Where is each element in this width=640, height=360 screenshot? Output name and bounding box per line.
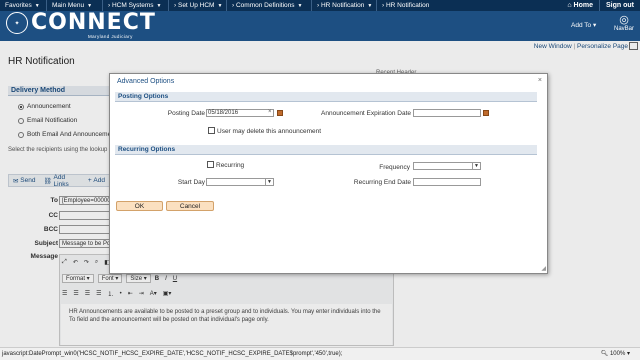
chevron-down-icon: ▼ (87, 2, 93, 9)
advanced-options-dialog: Advanced Options × Posting Options Posti… (109, 73, 548, 274)
start-day-label: Start Day (177, 179, 205, 186)
posting-options-header: Posting Options (115, 92, 537, 102)
expiration-date-input[interactable] (413, 109, 481, 117)
zoom-level[interactable]: 🔍︎ 100% ▾ (601, 348, 630, 360)
chevron-down-icon: ▾ (592, 22, 597, 29)
dialog-title: Advanced Options (117, 78, 175, 85)
chevron-down-icon: ▼ (297, 2, 303, 9)
recurring-end-date-input[interactable] (413, 178, 481, 186)
calendar-icon[interactable] (483, 110, 489, 116)
connect-logo: ✦ CONNECT (6, 12, 156, 34)
chevron-down-icon: ▼ (367, 2, 373, 9)
nav-set-up-hcm[interactable]: › Set Up HCM ▼ (169, 0, 227, 11)
chevron-down-icon: ▼ (156, 2, 162, 9)
posting-date-label: Posting Date (167, 110, 205, 117)
chevron-down-icon: ▼ (472, 163, 480, 169)
ok-button[interactable]: OK (116, 201, 163, 211)
chevron-down-icon: ▼ (34, 2, 40, 9)
recurring-label: Recurring (216, 162, 245, 169)
cancel-button[interactable]: Cancel (166, 201, 214, 211)
nav-hr-notification-current: › HR Notification (382, 2, 430, 9)
chevron-down-icon: ▼ (265, 179, 273, 185)
nav-common-definitions[interactable]: › Common Definitions ▼ (227, 0, 312, 11)
user-delete-label: User may delete this announcement (217, 128, 322, 135)
resize-handle-icon[interactable]: ◢ (541, 265, 546, 272)
close-icon[interactable]: × (538, 77, 542, 84)
magnifier-icon: 🔍︎ (600, 351, 610, 357)
frequency-select[interactable]: ▼ (413, 162, 481, 170)
frequency-label: Frequency (379, 164, 410, 171)
start-day-select[interactable]: ▼ (206, 178, 274, 186)
add-to-menu[interactable]: Add To ▾ (571, 21, 596, 29)
nav-hr-notification[interactable]: › HR Notification ▼ (312, 0, 377, 11)
chevron-down-icon: ▼ (217, 2, 223, 9)
home-link[interactable]: ⌂ Home (561, 0, 599, 11)
status-url: javascript:DatePrompt_win0('HCSC_NOTIF_H… (2, 351, 343, 357)
browser-status-bar: javascript:DatePrompt_win0('HCSC_NOTIF_H… (0, 347, 640, 360)
seal-icon: ✦ (6, 12, 28, 34)
header-banner: ✦ CONNECT Maryland Judiciary Add To ▾ ◎ … (0, 11, 640, 41)
recurring-end-date-label: Recurring End Date (353, 179, 411, 186)
user-delete-checkbox[interactable] (208, 127, 215, 134)
posting-date-input[interactable]: 05/18/2016 (206, 109, 274, 117)
signout-link[interactable]: Sign out (599, 0, 640, 11)
clear-icon[interactable]: × (268, 109, 272, 115)
navbar-button[interactable]: ◎ NavBar (611, 14, 637, 32)
compass-icon: ◎ (619, 14, 629, 26)
recurring-checkbox[interactable] (207, 161, 214, 168)
calendar-icon[interactable] (277, 110, 283, 116)
expiration-date-label: Announcement Expiration Date (321, 110, 411, 117)
logo-subtitle: Maryland Judiciary (88, 34, 133, 39)
recurring-options-header: Recurring Options (115, 145, 537, 155)
